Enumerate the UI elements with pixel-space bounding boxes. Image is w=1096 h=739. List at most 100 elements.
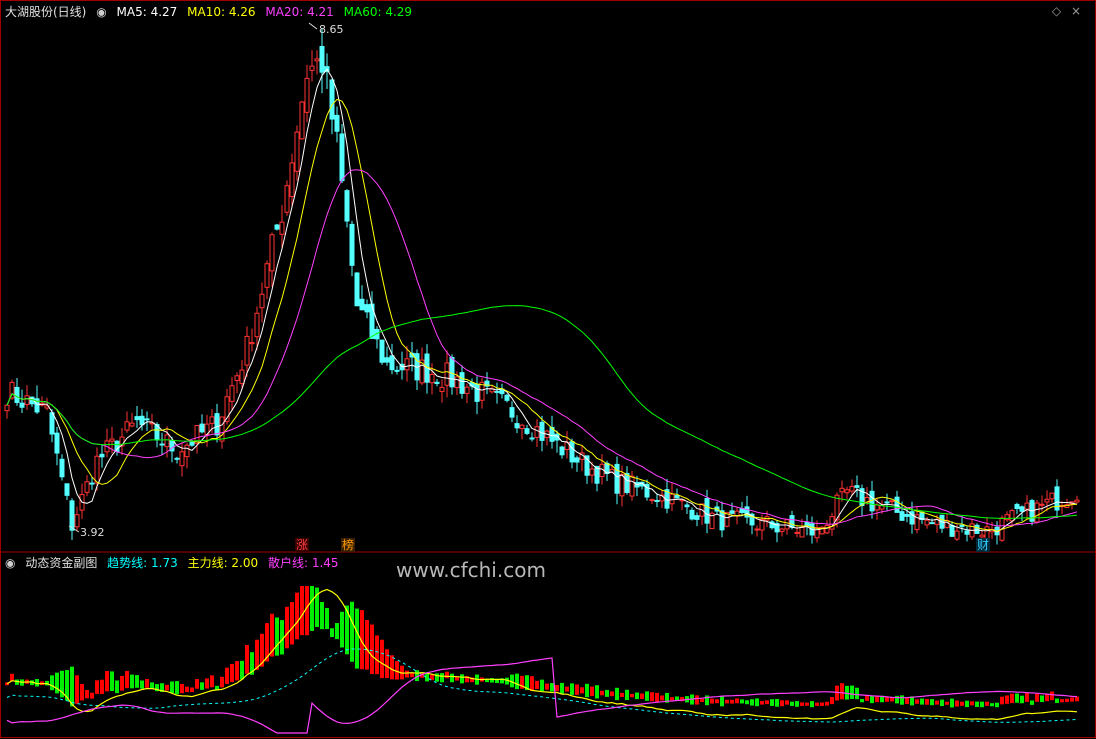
- diamond-icon[interactable]: ◇: [1052, 4, 1061, 18]
- flag-zhang[interactable]: 涨: [295, 538, 310, 552]
- flow-bar: [710, 698, 714, 704]
- flow-bar: [875, 696, 879, 703]
- candle-body: [334, 114, 340, 132]
- flow-bar: [840, 683, 844, 700]
- flow-bar: [770, 699, 774, 706]
- candle-body: [134, 416, 140, 421]
- flow-bar: [905, 697, 909, 705]
- flow-bar: [805, 702, 809, 706]
- chart-canvas[interactable]: 8.65 3.92: [1, 1, 1096, 739]
- flow-bar: [650, 692, 654, 702]
- candle-body: [1014, 503, 1020, 510]
- flow-bar: [240, 660, 244, 680]
- flow-bar: [185, 686, 189, 693]
- candle-body: [294, 131, 300, 172]
- flow-bar: [275, 617, 279, 656]
- settings-icon[interactable]: ◉: [96, 5, 106, 19]
- candle-body: [314, 58, 320, 62]
- close-icon[interactable]: ×: [1071, 4, 1081, 18]
- flow-bar: [735, 698, 739, 704]
- flow-bar: [210, 675, 214, 688]
- candle-body: [574, 457, 580, 463]
- flow-bar: [965, 700, 969, 708]
- flow-bar: [300, 586, 304, 636]
- flow-bar: [115, 680, 119, 694]
- flow-bar: [610, 691, 614, 697]
- candle-body: [964, 530, 970, 535]
- candle-body: [534, 426, 540, 438]
- flow-bar: [1055, 698, 1059, 704]
- flow-bar: [745, 700, 749, 705]
- candle-body: [94, 455, 100, 484]
- candle-body: [209, 416, 215, 424]
- flow-bar: [325, 608, 329, 630]
- ma20-label: MA20: 4.21: [265, 5, 334, 19]
- high-pointer: [308, 22, 318, 30]
- flow-bar: [855, 687, 859, 700]
- low-price-label: 3.92: [80, 526, 105, 539]
- flow-bar: [445, 671, 449, 679]
- candle-body: [629, 475, 635, 497]
- flow-bar: [235, 661, 239, 681]
- flow-bar: [460, 674, 464, 684]
- candle-body: [794, 531, 800, 534]
- candle-body: [199, 423, 205, 433]
- flow-bar: [435, 673, 439, 682]
- sub-settings-icon[interactable]: ◉: [5, 556, 15, 570]
- flow-bar: [940, 699, 944, 707]
- flow-bar: [1040, 695, 1044, 703]
- flow-bar: [915, 699, 919, 704]
- candle-body: [139, 415, 145, 426]
- candle-body: [854, 485, 860, 488]
- flow-bar: [335, 623, 339, 640]
- flow-bar: [95, 680, 99, 694]
- candle-body: [844, 489, 850, 494]
- candle-body: [454, 376, 460, 389]
- candle-body: [849, 485, 855, 492]
- flow-bar: [645, 691, 649, 701]
- candle-body: [689, 509, 695, 520]
- flow-bar: [190, 687, 194, 693]
- flow-bar: [380, 639, 384, 679]
- flow-bar: [255, 639, 259, 670]
- candle-body: [799, 526, 805, 538]
- candle-body: [144, 418, 150, 421]
- flow-bar: [310, 586, 314, 631]
- candle-body: [309, 65, 315, 71]
- flag-cai[interactable]: 财: [976, 538, 991, 552]
- flow-bar: [545, 683, 549, 690]
- flow-bar: [750, 699, 754, 706]
- flow-bar: [920, 698, 924, 705]
- flow-bar: [630, 693, 634, 698]
- candle-body: [359, 298, 365, 311]
- flow-bar: [775, 698, 779, 707]
- flow-bar: [70, 666, 74, 707]
- flow-bar: [1005, 695, 1009, 704]
- candle-body: [1049, 492, 1055, 500]
- flag-bang[interactable]: 榜: [341, 538, 356, 552]
- flow-bar: [815, 702, 819, 706]
- candle-body: [729, 510, 735, 514]
- flow-bar: [935, 700, 939, 705]
- candle-body: [619, 473, 625, 497]
- ma60-line: [6, 305, 1078, 520]
- candle-body: [514, 423, 520, 429]
- flow-bar: [170, 681, 174, 694]
- candle-body: [264, 263, 270, 288]
- candle-body: [504, 394, 510, 401]
- candle-body: [24, 395, 30, 405]
- flow-bar: [1050, 691, 1054, 701]
- flow-bar: [865, 696, 869, 701]
- flow-bar: [200, 682, 204, 690]
- candle-body: [739, 508, 745, 513]
- candle-body: [84, 481, 90, 493]
- flow-bar: [205, 678, 209, 689]
- candle-body: [189, 441, 195, 446]
- flow-bar: [720, 696, 724, 707]
- candle-body: [1039, 503, 1045, 506]
- candle-body: [109, 438, 115, 442]
- flow-bar: [960, 701, 964, 706]
- flow-bar: [825, 701, 829, 706]
- flow-bar: [195, 679, 199, 689]
- flow-bar: [785, 700, 789, 705]
